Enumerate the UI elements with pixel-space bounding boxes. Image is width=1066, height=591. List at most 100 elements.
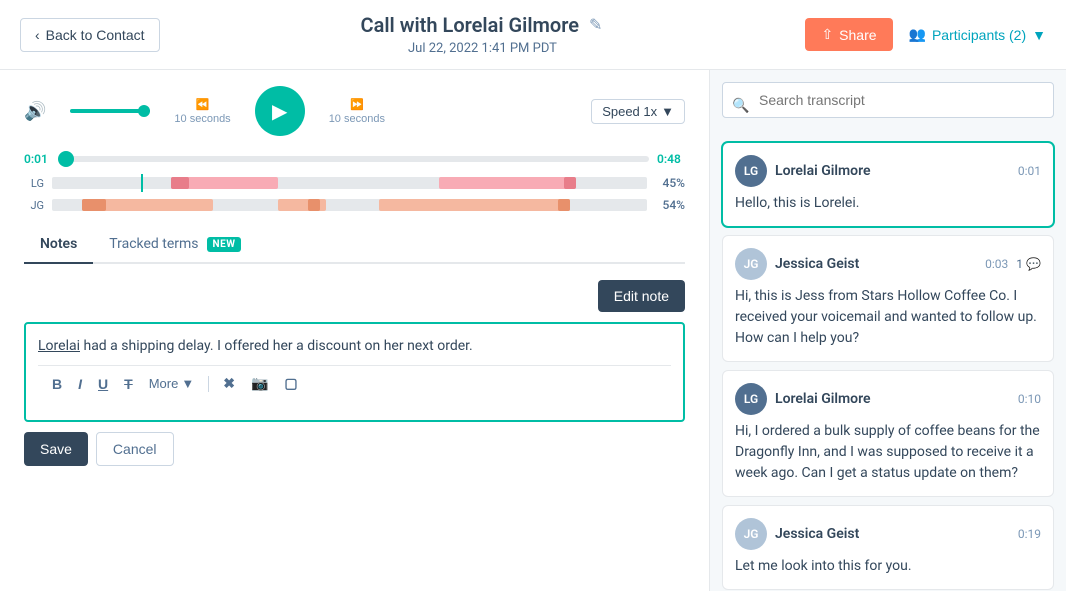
forward-icon: ⏩ xyxy=(350,98,364,111)
participants-label: Participants (2) xyxy=(932,27,1026,43)
left-panel: 🔊 ⏪ 10 seconds ▶ ⏩ 10 seconds Speed 1x ▼… xyxy=(0,70,710,591)
entry-time-1: 0:03 xyxy=(985,257,1008,271)
tabs-row: Notes Tracked terms NEW xyxy=(24,226,685,264)
action-row: Save Cancel xyxy=(24,432,685,466)
comment-icon: 💬 xyxy=(1026,257,1041,271)
rewind-label: 10 seconds xyxy=(174,113,230,125)
transcript-entry-2[interactable]: LG Lorelai Gilmore 0:10 Hi, I ordered a … xyxy=(722,370,1054,497)
entry-header-0: LG Lorelai Gilmore 0:01 xyxy=(735,155,1041,187)
back-arrow-icon: ‹ xyxy=(35,27,40,43)
cancel-button[interactable]: Cancel xyxy=(96,432,174,466)
segment-lg-2-dark xyxy=(564,177,576,189)
save-button[interactable]: Save xyxy=(24,432,88,466)
entry-name-1: Jessica Geist xyxy=(775,256,977,272)
entry-text-0: Hello, this is Lorelei. xyxy=(735,193,1041,214)
tab-notes-label: Notes xyxy=(40,236,77,252)
speed-button[interactable]: Speed 1x ▼ xyxy=(591,99,685,124)
speaker-pct-lg: 45% xyxy=(655,176,685,190)
speaker-pct-jg: 54% xyxy=(655,198,685,212)
speaker-rows: LG 45% JG xyxy=(24,174,685,214)
entry-time-0: 0:01 xyxy=(1018,164,1041,178)
transcript-entry-1[interactable]: JG Jessica Geist 0:03 1 💬 Hi, this is Je… xyxy=(722,235,1054,362)
more-label: More xyxy=(149,376,179,391)
header-right: ⇧ Share 👥 Participants (2) ▼ xyxy=(805,18,1046,51)
volume-bar[interactable] xyxy=(70,109,150,113)
share-button[interactable]: ⇧ Share xyxy=(805,18,892,51)
entry-text-2: Hi, I ordered a bulk supply of coffee be… xyxy=(735,421,1041,484)
time-start: 0:01 xyxy=(24,152,52,166)
speaker-row-lg: LG 45% xyxy=(24,174,685,192)
top-header: ‹ Back to Contact Call with Lorelai Gilm… xyxy=(0,0,1066,70)
timeline-bar: 0:01 0:48 xyxy=(24,152,685,166)
right-panel: 🔍 LG Lorelai Gilmore 0:01 Hello, this is… xyxy=(710,70,1066,591)
speaker-row-jg: JG 54% xyxy=(24,196,685,214)
chevron-down-icon: ▼ xyxy=(1032,27,1046,43)
toolbar-separator xyxy=(208,376,209,392)
forward-button[interactable]: ⏩ 10 seconds xyxy=(329,98,385,125)
time-end: 0:48 xyxy=(657,152,685,166)
avatar-lg-2: LG xyxy=(735,383,767,415)
entry-time-2: 0:10 xyxy=(1018,392,1041,406)
tab-tracked-label: Tracked terms xyxy=(109,236,198,252)
underline-button[interactable]: U xyxy=(92,373,114,395)
rewind-button[interactable]: ⏪ 10 seconds xyxy=(174,98,230,125)
entry-name-2: Lorelai Gilmore xyxy=(775,391,1010,407)
italic-button[interactable]: I xyxy=(72,373,88,395)
table-button[interactable]: ▢ xyxy=(278,372,303,395)
strikethrough-button[interactable]: T xyxy=(118,373,139,395)
transcript-entry-0[interactable]: LG Lorelai Gilmore 0:01 Hello, this is L… xyxy=(722,142,1054,227)
speaker-track-jg xyxy=(52,199,647,211)
header-center: Call with Lorelai Gilmore ✎ Jul 22, 2022… xyxy=(361,13,605,56)
avatar-jg-1: JG xyxy=(735,248,767,280)
transcript-entry-3[interactable]: JG Jessica Geist 0:19 Let me look into t… xyxy=(722,505,1054,590)
segment-lg-1-dark xyxy=(171,177,189,189)
edit-title-button[interactable]: ✎ xyxy=(587,13,604,37)
segment-jg-1-dark xyxy=(82,199,106,211)
comment-badge-1: 1 💬 xyxy=(1016,257,1041,271)
note-header: Edit note xyxy=(24,280,685,312)
remove-format-button[interactable]: ✖ xyxy=(217,372,241,395)
note-editor[interactable]: Lorelai had a shipping delay. I offered … xyxy=(24,322,685,422)
new-badge: NEW xyxy=(207,237,242,252)
note-underline-word: Lorelai xyxy=(38,338,80,354)
audio-controls: 🔊 ⏪ 10 seconds ▶ ⏩ 10 seconds Speed 1x ▼ xyxy=(24,86,685,136)
back-label: Back to Contact xyxy=(46,27,145,43)
search-icon: 🔍 xyxy=(732,98,749,114)
play-button[interactable]: ▶ xyxy=(255,86,305,136)
segment-jg-3 xyxy=(379,199,569,211)
volume-icon[interactable]: 🔊 xyxy=(24,101,46,122)
note-rest: had a shipping delay. I offered her a di… xyxy=(83,338,472,354)
timeline-section: 0:01 0:48 LG xyxy=(24,152,685,214)
image-button[interactable]: 📷 xyxy=(245,372,274,395)
call-title: Call with Lorelai Gilmore xyxy=(361,13,580,37)
speaker-label-lg: LG xyxy=(24,177,44,190)
participants-button[interactable]: 👥 Participants (2) ▼ xyxy=(909,26,1046,43)
segment-jg-2-dark xyxy=(308,199,320,211)
note-text: Lorelai had a shipping delay. I offered … xyxy=(38,336,671,357)
search-input[interactable] xyxy=(722,82,1054,118)
entry-time-3: 0:19 xyxy=(1018,527,1041,541)
speaker-label-jg: JG xyxy=(24,199,44,212)
share-label: Share xyxy=(839,27,876,43)
tab-notes[interactable]: Notes xyxy=(24,226,93,264)
note-toolbar: B I U T More ▼ ✖ 📷 ▢ xyxy=(38,365,671,401)
back-to-contact-button[interactable]: ‹ Back to Contact xyxy=(20,18,160,52)
call-date: Jul 22, 2022 1:41 PM PDT xyxy=(408,41,557,56)
comment-count-1: 1 xyxy=(1016,257,1023,271)
progress-track[interactable] xyxy=(60,156,649,162)
rewind-icon: ⏪ xyxy=(196,98,210,111)
segment-lg-2 xyxy=(439,177,570,189)
entry-header-2: LG Lorelai Gilmore 0:10 xyxy=(735,383,1041,415)
tab-tracked-terms[interactable]: Tracked terms NEW xyxy=(93,226,257,264)
entry-name-3: Jessica Geist xyxy=(775,526,1010,542)
speaker-track-lg xyxy=(52,177,647,189)
edit-note-button[interactable]: Edit note xyxy=(598,280,685,312)
more-button[interactable]: More ▼ xyxy=(143,373,201,394)
bold-button[interactable]: B xyxy=(46,373,68,395)
avatar-jg-3: JG xyxy=(735,518,767,550)
call-title-row: Call with Lorelai Gilmore ✎ xyxy=(361,13,605,37)
speed-chevron-icon: ▼ xyxy=(661,104,674,119)
note-section: Edit note Lorelai had a shipping delay. … xyxy=(24,280,685,466)
participants-icon: 👥 xyxy=(909,26,926,43)
progress-thumb xyxy=(58,151,74,167)
